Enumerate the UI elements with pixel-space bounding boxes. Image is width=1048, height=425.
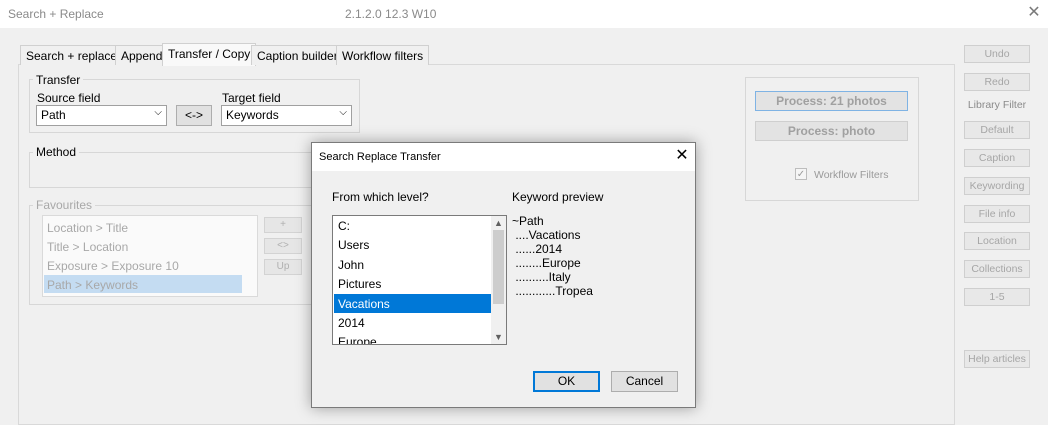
- source-field-value: Path: [41, 108, 66, 122]
- keyword-preview-title: Keyword preview: [512, 190, 604, 204]
- level-prompt: From which level?: [332, 190, 429, 204]
- tab-search-replace[interactable]: Search + replace: [20, 45, 124, 65]
- level-list[interactable]: C: Users John Pictures Vacations 2014 Eu…: [332, 215, 507, 345]
- preview-line: ............Tropea: [512, 284, 593, 298]
- process-all-button[interactable]: Process: 21 photos: [755, 91, 908, 111]
- dialog-title: Search Replace Transfer: [319, 151, 441, 163]
- scroll-up-icon[interactable]: ▲: [491, 216, 506, 230]
- source-field-label: Source field: [37, 91, 101, 105]
- window-title: Search + Replace: [8, 7, 104, 21]
- favourites-legend: Favourites: [33, 198, 96, 212]
- level-item[interactable]: C:: [334, 216, 491, 235]
- workflow-filters-label: Workflow Filters: [814, 169, 889, 181]
- swap-favourite-button[interactable]: <>: [264, 238, 302, 254]
- ok-button[interactable]: OK: [533, 371, 600, 392]
- workflow-filters-checkbox[interactable]: ✓: [795, 168, 807, 180]
- help-articles-button[interactable]: Help articles: [964, 350, 1030, 368]
- location-button[interactable]: Location: [964, 232, 1030, 250]
- add-favourite-button[interactable]: +: [264, 217, 302, 233]
- level-list-scrollbar[interactable]: ▲ ▼: [491, 216, 506, 344]
- target-field-select[interactable]: Keywords ⌵: [221, 105, 352, 126]
- keywording-button[interactable]: Keywording: [964, 177, 1030, 195]
- preview-line: ....Vacations: [512, 228, 581, 242]
- transfer-legend: Transfer: [33, 73, 84, 87]
- default-button[interactable]: Default: [964, 121, 1030, 139]
- level-item[interactable]: 2014: [334, 313, 491, 332]
- close-icon[interactable]: ✕: [670, 145, 694, 169]
- preview-line: ......2014: [512, 242, 563, 256]
- library-filter-label: Library Filter: [967, 99, 1027, 111]
- level-item-selected[interactable]: Vacations: [334, 293, 491, 313]
- cancel-button[interactable]: Cancel: [611, 371, 678, 392]
- swap-fields-button[interactable]: <->: [176, 105, 212, 126]
- preview-line: ........Europe: [512, 256, 581, 270]
- preview-line: ~Path: [512, 214, 544, 228]
- favourite-item-selected[interactable]: Path > Keywords: [44, 275, 242, 293]
- favourite-item[interactable]: Exposure > Exposure 10 (custom10): [44, 256, 242, 287]
- target-field-label: Target field: [222, 91, 281, 105]
- collections-button[interactable]: Collections: [964, 260, 1030, 278]
- favourite-item[interactable]: Title > Location: [44, 237, 242, 255]
- scroll-down-icon[interactable]: ▼: [491, 330, 506, 344]
- level-item[interactable]: Users: [334, 235, 491, 254]
- level-item[interactable]: John: [334, 255, 491, 274]
- title-bar: [0, 0, 1048, 28]
- one-five-button[interactable]: 1-5: [964, 288, 1030, 306]
- target-field-value: Keywords: [226, 108, 279, 122]
- scrollbar-thumb[interactable]: [493, 230, 504, 304]
- preview-line: ..........Italy: [512, 270, 571, 284]
- favourite-item[interactable]: Location > Title: [44, 218, 242, 236]
- move-up-button[interactable]: Up: [264, 259, 302, 275]
- process-photo-button[interactable]: Process: photo: [755, 121, 908, 141]
- tab-caption-builder[interactable]: Caption builder: [251, 45, 344, 65]
- file-info-button[interactable]: File info: [964, 205, 1030, 223]
- close-icon[interactable]: ✕: [1022, 2, 1046, 26]
- tab-workflow-filters[interactable]: Workflow filters: [336, 45, 430, 65]
- tab-transfer-copy[interactable]: Transfer / Copy: [162, 43, 257, 66]
- level-item[interactable]: Europe: [334, 332, 491, 344]
- transfer-dialog: Search Replace Transfer ✕ From which lev…: [311, 142, 696, 408]
- level-item[interactable]: Pictures: [334, 274, 491, 293]
- chevron-down-icon: ⌵: [339, 107, 347, 118]
- source-field-select[interactable]: Path ⌵: [36, 105, 167, 126]
- undo-button[interactable]: Undo: [964, 45, 1030, 63]
- redo-button[interactable]: Redo: [964, 73, 1030, 91]
- method-legend: Method: [33, 145, 80, 159]
- chevron-down-icon: ⌵: [154, 107, 162, 118]
- caption-button[interactable]: Caption: [964, 149, 1030, 167]
- tab-append[interactable]: Append: [115, 45, 169, 65]
- version-label: 2.1.2.0 12.3 W10: [345, 7, 437, 21]
